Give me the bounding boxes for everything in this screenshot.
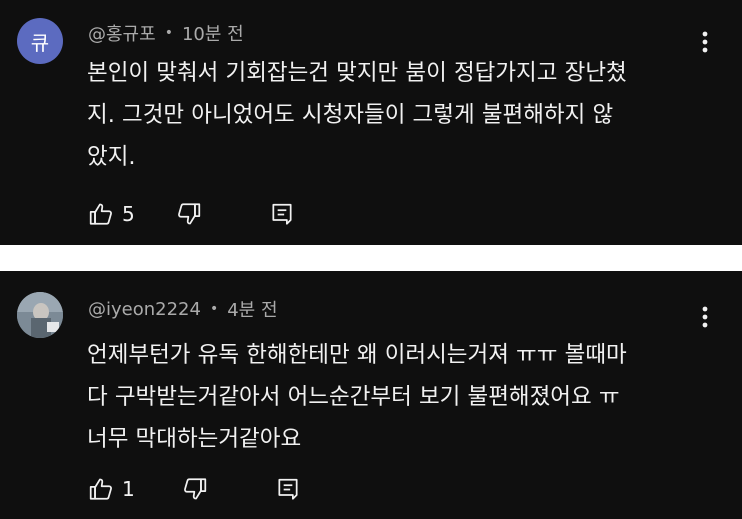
dislike-button[interactable] <box>176 201 202 227</box>
like-count: 1 <box>122 477 135 501</box>
comment-card: 큐 @홍규포 • 10분 전 본인이 맞춰서 기회잡는건 맞지만 붐이 정답가지… <box>0 0 742 245</box>
thumbs-up-icon <box>89 478 112 500</box>
comment-text: 언제부턴가 유독 한해한테만 왜 이러시는거져 ㅠㅠ 볼때마 다 구박받는거같아… <box>87 342 627 452</box>
comment-actions: 1 <box>88 474 301 504</box>
reply-icon <box>272 203 292 225</box>
avatar-letter: 큐 <box>30 30 50 55</box>
like-button[interactable]: 5 <box>88 201 135 227</box>
thumbs-up-icon <box>89 203 112 225</box>
separator-dot: • <box>209 301 219 317</box>
thumbs-down-icon <box>183 478 206 500</box>
comment-actions: 5 <box>88 199 295 229</box>
dislike-button[interactable] <box>182 476 208 502</box>
comment-text: 본인이 맞춰서 기회잡는건 맞지만 붐이 정답가지고 장난쳤 지. 그것만 아니… <box>87 60 627 170</box>
comment-time[interactable]: 10분 전 <box>182 20 244 46</box>
author-name[interactable]: @홍규포 <box>88 20 156 46</box>
like-count: 5 <box>122 202 135 226</box>
reply-button[interactable] <box>275 476 301 502</box>
comment-card: @iyeon2224 • 4분 전 언제부턴가 유독 한해한테만 왜 이러시는거… <box>0 271 742 519</box>
more-vertical-icon[interactable] <box>693 302 717 332</box>
reply-icon <box>278 478 298 500</box>
avatar-photo <box>17 292 63 338</box>
comment-meta: @iyeon2224 • 4분 전 <box>88 296 278 322</box>
author-name[interactable]: @iyeon2224 <box>88 299 201 320</box>
like-button[interactable]: 1 <box>88 476 135 502</box>
reply-button[interactable] <box>269 201 295 227</box>
comment-meta: @홍규포 • 10분 전 <box>88 20 244 46</box>
thumbs-down-icon <box>177 203 200 225</box>
comment-time[interactable]: 4분 전 <box>227 296 277 322</box>
avatar[interactable]: 큐 <box>17 18 63 64</box>
avatar[interactable] <box>17 292 63 338</box>
separator-dot: • <box>164 25 173 41</box>
